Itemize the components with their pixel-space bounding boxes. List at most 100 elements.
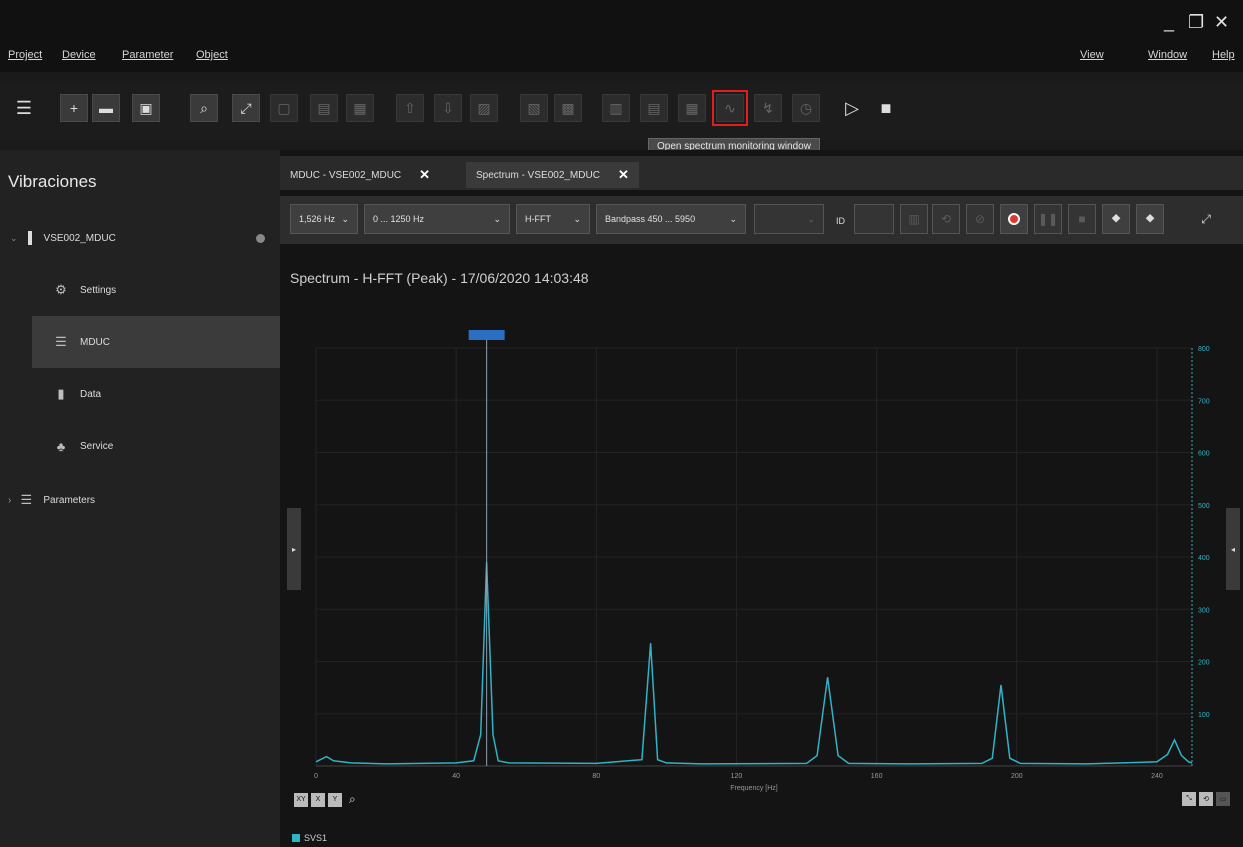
tool-icon-1[interactable]: ▢ [270,94,298,122]
chart-grid [315,347,1192,766]
hide-icon[interactable]: ⊘ [966,204,994,234]
range-select[interactable]: 0 ... 1250 Hz ⌄ [364,204,510,234]
chevron-right-icon[interactable]: › [8,495,11,506]
tool-icon-3[interactable]: ▦ [346,94,374,122]
device-row[interactable]: ⌄ VSE002_MDUC [0,212,280,264]
grid-icon[interactable]: ▥ [900,204,928,234]
download-icon[interactable]: ⇩ [434,94,462,122]
close-button[interactable]: ✕ [1214,12,1229,33]
y-tick-label: 700 [1198,398,1210,405]
tool-icon-6[interactable]: ▩ [554,94,582,122]
fit-icon[interactable]: ⤡ [1182,792,1196,806]
maximize-button[interactable]: ❐ [1188,12,1204,33]
x-tick-label: 0 [314,773,318,780]
filter-select[interactable]: Bandpass 450 ... 5950 ⌄ [596,204,746,234]
zoom-x-icon[interactable]: X [311,792,325,807]
x-tick-label: 240 [1151,773,1163,780]
resolution-select[interactable]: 1,526 Hz ⌄ [290,204,358,234]
spectrum-chart[interactable]: 0 40 80 120 160 200 240 100 200 300 400 500 600 700 8… [280,300,1240,830]
stop-icon[interactable]: ■ [1068,204,1096,234]
minimize-button[interactable]: _ [1164,12,1174,33]
magnifier-icon[interactable]: ⌕ [349,792,356,807]
toolbar: ☰ + ▬ ▣ ⌕ ⤢ ▢ ▤ ▦ ⇧ ⇩ ▨ ▧ ▩ ▥ ▤ ▦ ∿ ↯ ◷ … [0,84,1243,140]
expand-icon[interactable]: ⤢ [1192,204,1220,234]
stop-icon[interactable]: ■ [872,94,900,122]
menu-parameter[interactable]: Parameter [122,49,173,61]
tab-spectrum[interactable]: Spectrum - VSE002_MDUC ✕ [466,162,639,188]
scale-icon[interactable]: ▭ [1216,792,1230,806]
id-label: ID [836,216,845,226]
menu-device[interactable]: Device [62,49,96,61]
filter-value: Bandpass 450 ... 5950 [605,214,696,224]
add-icon[interactable]: + [60,94,88,122]
sidebar-item-parameters[interactable]: › ☰ Parameters [0,474,280,526]
reset-zoom-icon[interactable]: ⟲ [1199,792,1213,806]
record-icon[interactable] [1000,204,1028,234]
y-tick-label: 500 [1198,503,1210,510]
x-tick-label: 80 [592,773,600,780]
cursor-remove-icon[interactable]: ⯁ [1136,204,1164,234]
database-icon: ▮ [57,386,65,401]
x-tick-label: 120 [731,773,743,780]
zoom-controls-right: ⤡ ⟲ ▭ [1182,792,1230,806]
open-folder-icon[interactable]: ▬ [92,94,120,122]
tool-icon-9[interactable]: ▦ [678,94,706,122]
close-icon[interactable]: ✕ [618,167,629,183]
tool-icon-8[interactable]: ▤ [640,94,668,122]
sidebar-item-settings[interactable]: ⚙ Settings [0,264,280,316]
chart-title: Spectrum - H-FFT (Peak) - 17/06/2020 14:… [290,270,589,286]
connect-icon[interactable]: ⤢ [232,94,260,122]
zoom-xy-icon[interactable]: XY [294,792,308,807]
legend: SVS1 [292,833,327,843]
sidebar-item-data[interactable]: ▮ Data [0,368,280,420]
resolution-value: 1,526 Hz [299,214,336,224]
tab-mduc[interactable]: MDUC - VSE002_MDUC ✕ [280,162,440,188]
mode-select[interactable]: H-FFT ⌄ [516,204,590,234]
unit-select[interactable]: ⌄ [754,204,824,234]
sidebar-item-service[interactable]: ♣ Service [0,420,280,472]
menu-window[interactable]: Window [1148,49,1187,61]
reset-icon[interactable]: ⟲ [932,204,960,234]
legend-label: SVS1 [304,833,328,843]
pause-icon[interactable]: ❚❚ [1034,204,1062,234]
status-dot-icon [256,233,265,243]
x-tick-label: 200 [1011,773,1023,780]
search-icon[interactable]: ⌕ [190,94,218,122]
menu-object[interactable]: Object [196,49,228,61]
sidebar: Vibraciones ⌄ VSE002_MDUC ⚙ Settings ☰ M… [0,150,280,847]
cursor-add-icon[interactable]: ⯁ [1102,204,1130,234]
service-icon: ♣ [56,438,66,454]
mode-value: H-FFT [525,214,551,224]
sidebar-item-label: Data [80,388,102,400]
close-icon[interactable]: ✕ [419,167,430,183]
y-tick-label: 600 [1198,451,1210,458]
tool-icon-5[interactable]: ▧ [520,94,548,122]
tool-icon-4[interactable]: ▨ [470,94,498,122]
tool-icon-10[interactable]: ↯ [754,94,782,122]
menu-help[interactable]: Help [1212,49,1235,61]
tool-icon-11[interactable]: ◷ [792,94,820,122]
y-tick-label: 800 [1198,346,1210,353]
menu-project[interactable]: Project [8,49,42,61]
cursor-tag [468,330,505,340]
tool-icon-7[interactable]: ▥ [602,94,630,122]
hamburger-menu-icon[interactable]: ☰ [10,94,38,122]
menu-view[interactable]: View [1080,49,1104,61]
zoom-controls-left: XY X Y ⌕ [294,792,356,807]
upload-icon[interactable]: ⇧ [396,94,424,122]
spectrum-monitor-icon[interactable]: ∿ [712,90,748,126]
id-toggle[interactable] [854,204,894,234]
sidebar-item-label: Settings [80,284,117,296]
chevron-down-icon: ⌄ [573,213,581,224]
tool-icon-2[interactable]: ▤ [310,94,338,122]
play-icon[interactable]: ▷ [838,94,866,122]
menu-bar: Project Device Parameter Object View Win… [0,45,1243,71]
chevron-down-icon[interactable]: ⌄ [10,233,18,244]
sidebar-item-mduc[interactable]: ☰ MDUC [32,316,280,368]
save-icon[interactable]: ▣ [132,94,160,122]
x-tick-label: 160 [871,773,883,780]
zoom-y-icon[interactable]: Y [328,792,342,807]
sidebar-item-label: MDUC [80,336,110,348]
gear-icon: ⚙ [55,282,67,297]
series-line-svs1 [315,562,1193,765]
